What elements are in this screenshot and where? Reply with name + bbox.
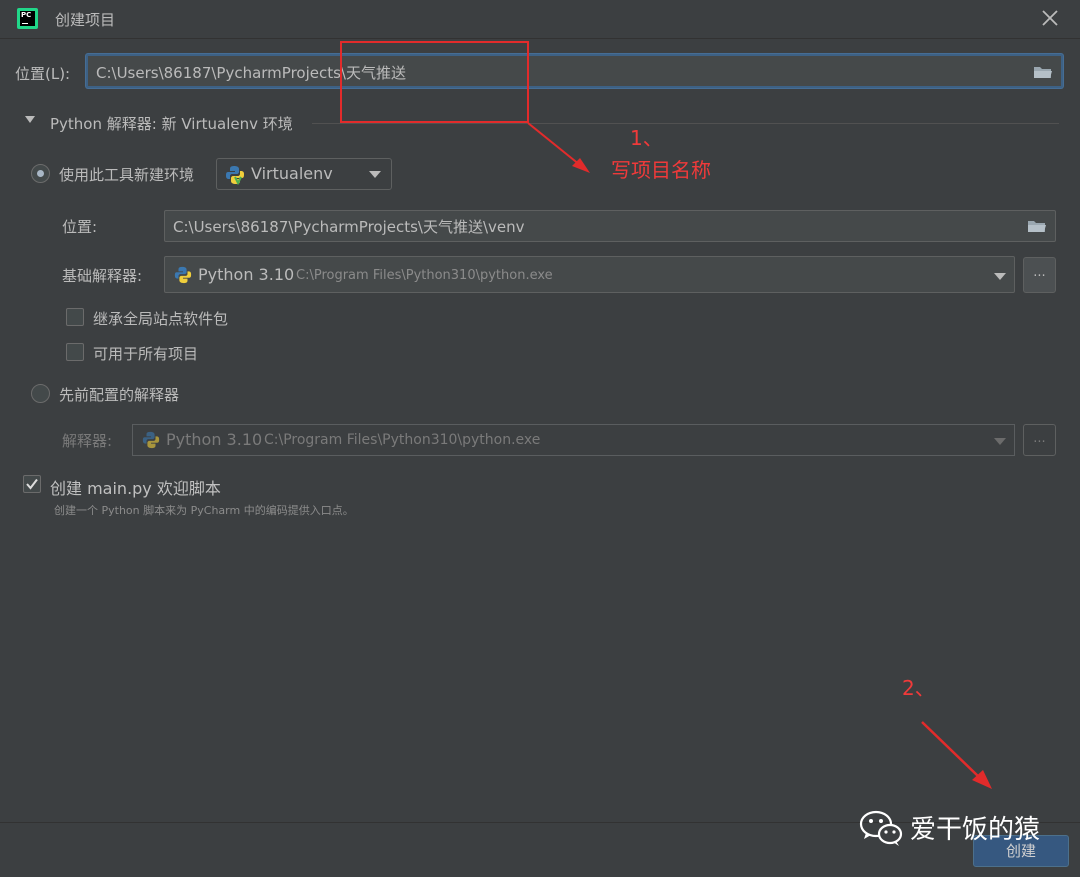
chevron-down-icon [994,273,1006,280]
dialog-title: 创建项目 [55,11,116,29]
create-main-hint: 创建一个 Python 脚本来为 PyCharm 中的编码提供入口点。 [54,504,354,517]
collapse-arrow-icon[interactable] [25,116,35,123]
python-icon [174,266,192,284]
venv-location-input[interactable]: C:\Users\86187\PycharmProjects\天气推送\venv [164,210,1056,242]
venv-location-label: 位置: [62,218,98,236]
annotation-step-1-text: 写项目名称 [611,158,711,182]
chevron-down-icon [994,438,1006,445]
divider [0,38,1080,39]
annotation-arrow-1 [527,122,590,173]
base-interpreter-label: 基础解释器: [62,267,143,285]
interpreter-select: Python 3.10 C:\Program Files\Python310\p… [132,424,1015,456]
create-main-label: 创建 main.py 欢迎脚本 [50,479,221,498]
browse-interpreter-button: ... [1023,424,1056,456]
new-env-radio[interactable] [31,164,50,183]
chevron-down-icon [369,171,381,178]
new-env-radio-label: 使用此工具新建环境 [59,166,195,184]
all-projects-label: 可用于所有项目 [93,345,199,363]
create-main-checkbox[interactable] [23,475,41,493]
pycharm-logo-icon: PC [17,8,38,29]
interpreter-name: Python 3.10 [166,430,263,449]
checkmark-icon [26,478,38,490]
location-label: 位置(L): [15,65,71,83]
base-interpreter-select[interactable]: Python 3.10 C:\Program Files\Python310\p… [164,256,1015,293]
env-tool-select[interactable]: Virtualenv [216,158,392,190]
close-icon [1042,10,1058,26]
existing-interpreter-radio-label: 先前配置的解释器 [59,386,180,404]
all-projects-checkbox[interactable] [66,343,84,361]
watermark-text: 爱干饭的猿 [910,815,1041,845]
annotation-arrow-2 [921,721,992,789]
location-input[interactable]: C:\Users\86187\PycharmProjects\天气推送 [86,54,1063,88]
annotation-step-2-number: 2、 [902,676,935,700]
wechat-icon [859,810,903,846]
python-icon [142,431,160,449]
title-bar [0,0,1080,38]
venv-location-value: C:\Users\86187\PycharmProjects\天气推送\venv [173,218,525,236]
inherit-packages-checkbox[interactable] [66,308,84,326]
inherit-packages-label: 继承全局站点软件包 [93,310,229,328]
existing-interpreter-radio[interactable] [31,384,50,403]
base-interpreter-path: C:\Program Files\Python310\python.exe [296,268,553,283]
interpreter-label: 解释器: [62,432,113,450]
interpreter-section-title[interactable]: Python 解释器: 新 Virtualenv 环境 [50,113,293,134]
annotation-highlight-box [340,41,529,123]
base-interpreter-name: Python 3.10 [198,265,295,284]
close-button[interactable] [1038,6,1062,30]
interpreter-path: C:\Program Files\Python310\python.exe [264,432,541,448]
folder-icon[interactable] [1033,64,1053,80]
virtualenv-icon [226,166,244,185]
annotation-step-1-number: 1、 [630,126,663,150]
section-divider [312,123,1059,124]
folder-icon[interactable] [1027,218,1047,234]
browse-base-interpreter-button[interactable]: ... [1023,257,1056,293]
env-tool-select-value: Virtualenv [251,164,333,183]
